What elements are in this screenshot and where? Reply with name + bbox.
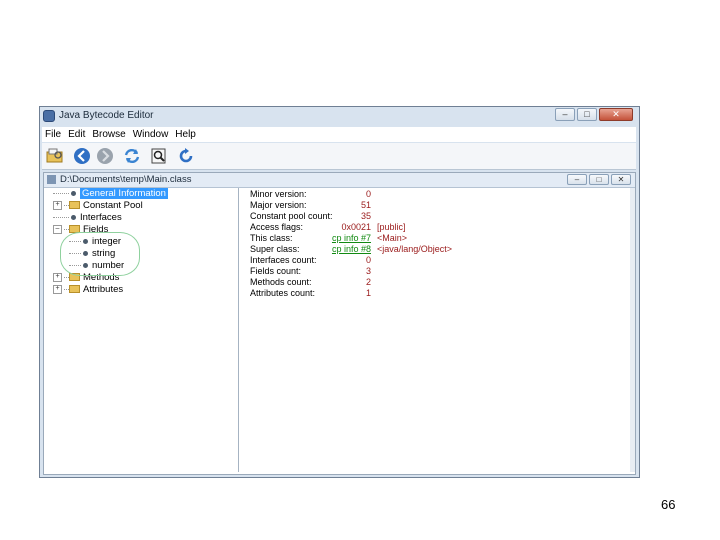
property-value: 35 (360, 211, 371, 221)
property-row: Minor version: 0 (240, 189, 630, 200)
back-arrow-icon[interactable] (73, 147, 91, 165)
folder-icon (69, 201, 80, 210)
node-icon (71, 214, 76, 220)
window-title: Java Bytecode Editor (59, 110, 154, 121)
forward-arrow-icon[interactable] (96, 147, 114, 165)
menu-help[interactable]: Help (172, 129, 200, 140)
general-information-panel: Minor version: 0 Major version: 51 Const… (240, 188, 632, 472)
property-value: 1 (365, 288, 371, 298)
property-name: Minor version: (250, 189, 307, 199)
maximize-button[interactable]: □ (577, 108, 597, 121)
minimize-button[interactable]: – (555, 108, 575, 121)
menu-edit[interactable]: Edit (65, 129, 89, 140)
property-value: 3 (365, 266, 371, 276)
property-row: Super class: cp info #8 <java/lang/Objec… (240, 244, 630, 255)
property-name: Access flags: (250, 222, 304, 232)
property-row: Constant pool count: 35 (240, 211, 630, 222)
slide-page-number: 66 (661, 497, 676, 512)
property-name: Methods count: (250, 277, 312, 287)
property-value: 0x0021 (341, 222, 371, 232)
tree-item-general-information[interactable]: General Information (53, 188, 168, 200)
menu-bar: File Edit Browse Window Help (42, 127, 636, 142)
property-value: 2 (365, 277, 371, 287)
property-name: Interfaces count: (250, 255, 317, 265)
reload-icon[interactable] (177, 147, 195, 165)
doc-minimize-button[interactable]: – (567, 174, 587, 185)
menu-browse[interactable]: Browse (89, 129, 129, 140)
expand-icon[interactable]: + (53, 200, 62, 210)
property-detail: [public] (377, 222, 406, 232)
document-icon (47, 175, 56, 184)
close-button[interactable]: ✕ (599, 108, 633, 121)
tree-item-interfaces[interactable]: Interfaces (53, 212, 122, 224)
vertical-scrollbar[interactable] (630, 188, 635, 472)
property-row: Major version: 51 (240, 200, 630, 211)
expand-icon[interactable]: + (53, 272, 62, 282)
class-file-path: D:\Documents\temp\Main.class (60, 174, 192, 185)
app-window: Java Bytecode Editor – □ ✕ File Edit Bro… (39, 106, 640, 478)
property-row: Attributes count: 1 (240, 288, 630, 299)
expand-icon[interactable]: + (53, 284, 62, 294)
inspect-icon[interactable] (150, 147, 168, 165)
folder-icon (69, 285, 80, 294)
property-row: This class: cp info #7 <Main> (240, 233, 630, 244)
open-folder-icon[interactable] (46, 147, 64, 165)
property-row: Fields count: 3 (240, 266, 630, 277)
property-row: Access flags: 0x0021 [public] (240, 222, 630, 233)
property-name: Major version: (250, 200, 307, 210)
property-detail: <java/lang/Object> (377, 244, 453, 254)
property-value: 51 (360, 200, 371, 210)
tree-item-attributes[interactable]: + Attributes (53, 284, 123, 296)
class-file-window: D:\Documents\temp\Main.class – □ ✕ Gener… (43, 172, 636, 475)
toolbar (42, 143, 636, 170)
property-name: Attributes count: (250, 288, 316, 298)
collapse-icon[interactable]: – (53, 224, 62, 234)
app-icon (43, 110, 55, 122)
property-name: This class: (250, 233, 293, 243)
property-name: Super class: (250, 244, 300, 254)
fields-highlight-annotation (60, 232, 140, 276)
node-icon (71, 190, 76, 196)
window-titlebar[interactable]: Java Bytecode Editor – □ ✕ (40, 107, 639, 127)
constant-pool-link[interactable]: cp info #8 (332, 244, 371, 254)
property-detail: <Main> (377, 233, 408, 243)
property-row: Interfaces count: 0 (240, 255, 630, 266)
refresh-icon[interactable] (123, 147, 141, 165)
menu-file[interactable]: File (42, 129, 65, 140)
class-tree: General Information + Constant Pool Inter… (45, 188, 239, 472)
class-file-titlebar[interactable]: D:\Documents\temp\Main.class – □ ✕ (44, 173, 635, 188)
property-value: 0 (365, 189, 371, 199)
property-name: Fields count: (250, 266, 302, 276)
property-name: Constant pool count: (250, 211, 333, 221)
constant-pool-link[interactable]: cp info #7 (332, 233, 371, 243)
doc-close-button[interactable]: ✕ (611, 174, 631, 185)
tree-item-constant-pool[interactable]: + Constant Pool (53, 200, 143, 212)
doc-restore-button[interactable]: □ (589, 174, 609, 185)
menu-window[interactable]: Window (130, 129, 173, 140)
property-value: 0 (365, 255, 371, 265)
property-row: Methods count: 2 (240, 277, 630, 288)
